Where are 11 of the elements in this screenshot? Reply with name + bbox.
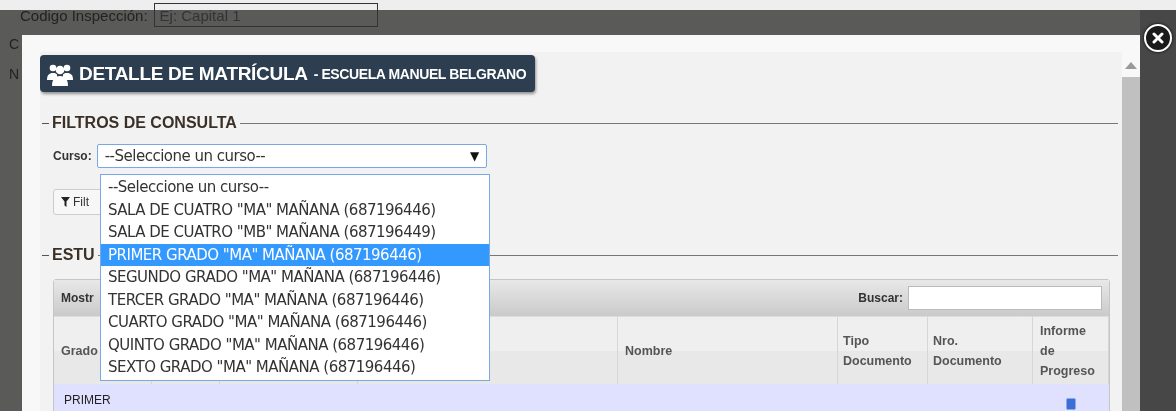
school-name: - ESCUELA MANUEL BELGRANO xyxy=(313,65,527,82)
search-label: Buscar: xyxy=(858,291,903,305)
show-label: Mostr xyxy=(61,291,94,305)
label-fragment: N xyxy=(9,66,20,82)
field-label: Codigo Inspección: xyxy=(20,6,148,24)
section-legend: ESTU xyxy=(52,246,95,264)
dialog-title: DETALLE DE MATRÍCULA xyxy=(79,62,308,85)
label-fragment: C xyxy=(9,36,20,52)
table-cell: PRIMER xyxy=(54,384,152,411)
course-label: Curso: xyxy=(53,149,92,163)
section-legend: FILTROS DE CONSULTA xyxy=(52,114,237,132)
